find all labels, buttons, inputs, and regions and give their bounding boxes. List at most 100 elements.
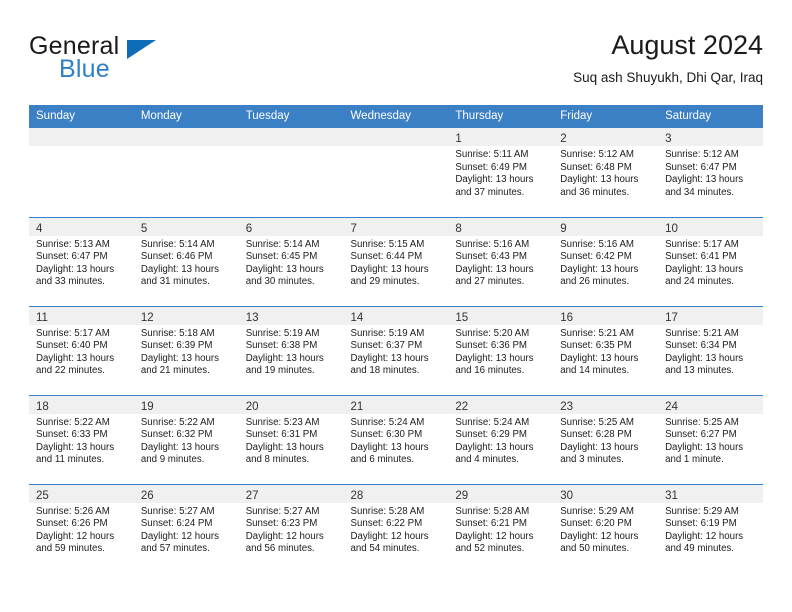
day-detail-line: Sunset: 6:44 PM [350, 251, 423, 263]
day-detail-line: Daylight: 13 hours [455, 174, 534, 186]
day-detail-line: and 26 minutes. [560, 276, 630, 288]
day-detail-line: Sunset: 6:26 PM [36, 518, 108, 530]
day-cell-details: Sunrise: 5:19 AM Sunset: 6:38 PM Daylight:… [239, 325, 344, 378]
day-cell-details: Sunrise: 5:27 AM Sunset: 6:23 PM Daylight:… [239, 503, 344, 556]
day-number: 31 [665, 489, 678, 502]
calendar-day-cell[interactable]: 15 Sunrise: 5:20 AM Sunset: 6:36 PM Dayligh… [448, 305, 554, 395]
calendar-day-cell[interactable]: 30 Sunrise: 5:29 AM Sunset: 6:20 PM Dayligh… [553, 483, 659, 573]
calendar-day-cell[interactable]: 19 Sunrise: 5:22 AM Sunset: 6:32 PM Dayligh… [133, 394, 239, 484]
calendar-day-cell[interactable]: 16 Sunrise: 5:21 AM Sunset: 6:35 PM Dayligh… [553, 305, 659, 395]
day-detail-line: Sunset: 6:38 PM [245, 340, 318, 352]
calendar-day-cell[interactable]: 25 Sunrise: 5:26 AM Sunset: 6:26 PM Dayligh… [29, 483, 134, 573]
day-number: 29 [455, 489, 469, 502]
calendar-day-cell[interactable]: 11 Sunrise: 5:17 AM Sunset: 6:40 PM Dayligh… [29, 305, 134, 395]
day-number: 26 [140, 489, 154, 502]
calendar-day-cell[interactable]: 10 Sunrise: 5:17 AM Sunset: 6:41 PM Dayligh… [658, 216, 763, 306]
day-cell-details: Sunrise: 5:26 AM Sunset: 6:26 PM Daylight:… [29, 503, 134, 556]
day-detail-line: Sunset: 6:33 PM [36, 429, 108, 441]
day-number: 4 [36, 222, 43, 235]
day-number-strip: 15 [448, 306, 554, 325]
weekday-header-row: Sunday Monday Tuesday Wednesday Thursday… [29, 105, 763, 128]
day-cell-details: Sunrise: 5:19 AM Sunset: 6:37 PM Daylight:… [344, 325, 449, 378]
day-detail-line: and 19 minutes. [245, 365, 315, 377]
day-cell-inner: 22 Sunrise: 5:24 AM Sunset: 6:29 PM Dayligh… [448, 395, 554, 484]
calendar-day-cell[interactable]: 3 Sunrise: 5:12 AM Sunset: 6:47 PM Daylight… [658, 128, 763, 217]
calendar-day-cell[interactable]: 7 Sunrise: 5:15 AM Sunset: 6:44 PM Daylight… [343, 216, 449, 306]
day-cell-inner [238, 128, 344, 217]
day-detail-line: Sunrise: 5:12 AM [665, 149, 739, 160]
day-detail-line: and 13 minutes. [665, 365, 734, 377]
logo-text-blue: Blue [59, 55, 110, 83]
day-detail-line: Daylight: 13 hours [140, 352, 219, 364]
day-detail-line: and 21 minutes. [140, 365, 210, 377]
day-detail-line: Sunrise: 5:22 AM [36, 416, 110, 428]
calendar-day-cell[interactable]: 4 Sunrise: 5:13 AM Sunset: 6:47 PM Daylight… [29, 216, 134, 306]
page-title: August 2024 [611, 30, 763, 60]
day-number-strip: 2 [553, 128, 659, 146]
day-detail-line: Daylight: 13 hours [36, 263, 115, 275]
day-detail-line: and 33 minutes. [36, 276, 105, 288]
calendar-day-cell[interactable]: 13 Sunrise: 5:19 AM Sunset: 6:38 PM Dayligh… [238, 305, 344, 395]
calendar-day-cell[interactable]: 31 Sunrise: 5:29 AM Sunset: 6:19 PM Dayligh… [658, 483, 763, 574]
calendar-day-cell[interactable]: 26 Sunrise: 5:27 AM Sunset: 6:24 PM Dayligh… [133, 483, 239, 573]
day-cell-inner: 31 Sunrise: 5:29 AM Sunset: 6:19 PM Dayligh… [658, 484, 763, 574]
day-detail-line: Sunrise: 5:19 AM [350, 327, 425, 339]
day-number: 7 [350, 222, 357, 235]
day-cell-inner: 6 Sunrise: 5:14 AM Sunset: 6:45 PM Daylight… [238, 217, 344, 306]
calendar-week-row: 4 Sunrise: 5:13 AM Sunset: 6:47 PM Daylight… [29, 216, 763, 306]
calendar-day-cell[interactable]: 17 Sunrise: 5:21 AM Sunset: 6:34 PM Dayligh… [658, 305, 763, 395]
calendar-day-cell[interactable]: 12 Sunrise: 5:18 AM Sunset: 6:39 PM Dayligh… [133, 305, 239, 395]
day-number: 18 [36, 400, 49, 413]
day-detail-line: Sunrise: 5:17 AM [36, 327, 110, 339]
day-number: 3 [665, 133, 672, 145]
day-detail-line: Sunrise: 5:25 AM [560, 416, 634, 428]
calendar-day-cell[interactable]: 8 Sunrise: 5:16 AM Sunset: 6:43 PM Daylight… [448, 216, 554, 306]
calendar-week-row: 18 Sunrise: 5:22 AM Sunset: 6:33 PM Dayligh… [29, 394, 763, 484]
day-cell-inner [29, 128, 134, 217]
day-number-strip: 27 [238, 484, 344, 503]
calendar-day-cell[interactable]: 20 Sunrise: 5:23 AM Sunset: 6:31 PM Dayligh… [238, 394, 344, 484]
calendar-day-cell[interactable]: 28 Sunrise: 5:28 AM Sunset: 6:22 PM Dayligh… [343, 483, 449, 573]
day-cell-inner: 21 Sunrise: 5:24 AM Sunset: 6:30 PM Dayligh… [343, 395, 449, 484]
calendar-day-cell[interactable]: 22 Sunrise: 5:24 AM Sunset: 6:29 PM Dayligh… [448, 394, 554, 484]
calendar-day-cell[interactable]: 6 Sunrise: 5:14 AM Sunset: 6:45 PM Daylight… [238, 216, 344, 306]
day-cell-inner: 24 Sunrise: 5:25 AM Sunset: 6:27 PM Dayligh… [658, 395, 763, 484]
day-number-strip [133, 128, 239, 146]
calendar-day-cell[interactable]: 23 Sunrise: 5:25 AM Sunset: 6:28 PM Dayligh… [553, 394, 659, 484]
day-number-strip: 7 [343, 217, 449, 236]
calendar-day-cell[interactable]: 5 Sunrise: 5:14 AM Sunset: 6:46 PM Daylight… [133, 216, 239, 306]
day-number-strip: 18 [29, 395, 134, 414]
calendar-day-cell[interactable]: 14 Sunrise: 5:19 AM Sunset: 6:37 PM Dayligh… [343, 305, 449, 395]
calendar-day-cell[interactable]: 1 Sunrise: 5:11 AM Sunset: 6:49 PM Daylight… [448, 128, 554, 217]
day-detail-line: Sunrise: 5:28 AM [350, 505, 425, 517]
calendar-day-cell[interactable]: 29 Sunrise: 5:28 AM Sunset: 6:21 PM Dayligh… [448, 483, 554, 573]
day-detail-line: Sunrise: 5:12 AM [560, 149, 634, 160]
day-detail-line: Daylight: 12 hours [455, 530, 534, 542]
day-cell-details: Sunrise: 5:12 AM Sunset: 6:48 PM Daylight:… [553, 146, 658, 199]
day-detail-line: Daylight: 13 hours [350, 441, 429, 453]
day-cell-details: Sunrise: 5:24 AM Sunset: 6:29 PM Daylight:… [448, 414, 553, 467]
day-detail-line: Sunset: 6:19 PM [665, 518, 737, 530]
day-cell-details: Sunrise: 5:15 AM Sunset: 6:44 PM Daylight:… [344, 236, 449, 289]
calendar-day-cell[interactable]: 18 Sunrise: 5:22 AM Sunset: 6:33 PM Dayligh… [29, 394, 134, 484]
day-cell-details: Sunrise: 5:27 AM Sunset: 6:24 PM Daylight:… [134, 503, 239, 556]
day-detail-line: Sunrise: 5:29 AM [665, 505, 739, 517]
day-detail-line: Daylight: 13 hours [560, 174, 639, 186]
day-cell-inner: 19 Sunrise: 5:22 AM Sunset: 6:32 PM Dayligh… [133, 395, 239, 484]
day-detail-line: Daylight: 13 hours [350, 263, 429, 275]
calendar-day-cell[interactable]: 27 Sunrise: 5:27 AM Sunset: 6:23 PM Dayligh… [238, 483, 344, 574]
day-detail-line: Sunrise: 5:15 AM [350, 238, 425, 250]
day-detail-line: Daylight: 12 hours [140, 530, 219, 542]
day-cell-inner: 27 Sunrise: 5:27 AM Sunset: 6:23 PM Dayligh… [238, 484, 344, 574]
calendar-day-cell[interactable]: 9 Sunrise: 5:16 AM Sunset: 6:42 PM Daylight… [553, 216, 659, 306]
day-cell-inner: 10 Sunrise: 5:17 AM Sunset: 6:41 PM Dayligh… [658, 217, 763, 306]
calendar-day-cell[interactable]: 24 Sunrise: 5:25 AM Sunset: 6:27 PM Dayligh… [658, 394, 763, 484]
calendar-day-cell[interactable]: 2 Sunrise: 5:12 AM Sunset: 6:48 PM Daylight… [553, 128, 659, 217]
day-detail-line: Daylight: 13 hours [140, 263, 219, 275]
day-detail-line: Daylight: 13 hours [455, 263, 534, 275]
day-detail-line: Daylight: 13 hours [665, 441, 744, 453]
day-detail-line: and 56 minutes. [245, 543, 315, 555]
calendar-day-cell[interactable]: 21 Sunrise: 5:24 AM Sunset: 6:30 PM Dayligh… [343, 394, 449, 484]
day-cell-details: Sunrise: 5:24 AM Sunset: 6:30 PM Daylight:… [344, 414, 449, 467]
day-cell-inner: 20 Sunrise: 5:23 AM Sunset: 6:31 PM Dayligh… [238, 395, 344, 484]
